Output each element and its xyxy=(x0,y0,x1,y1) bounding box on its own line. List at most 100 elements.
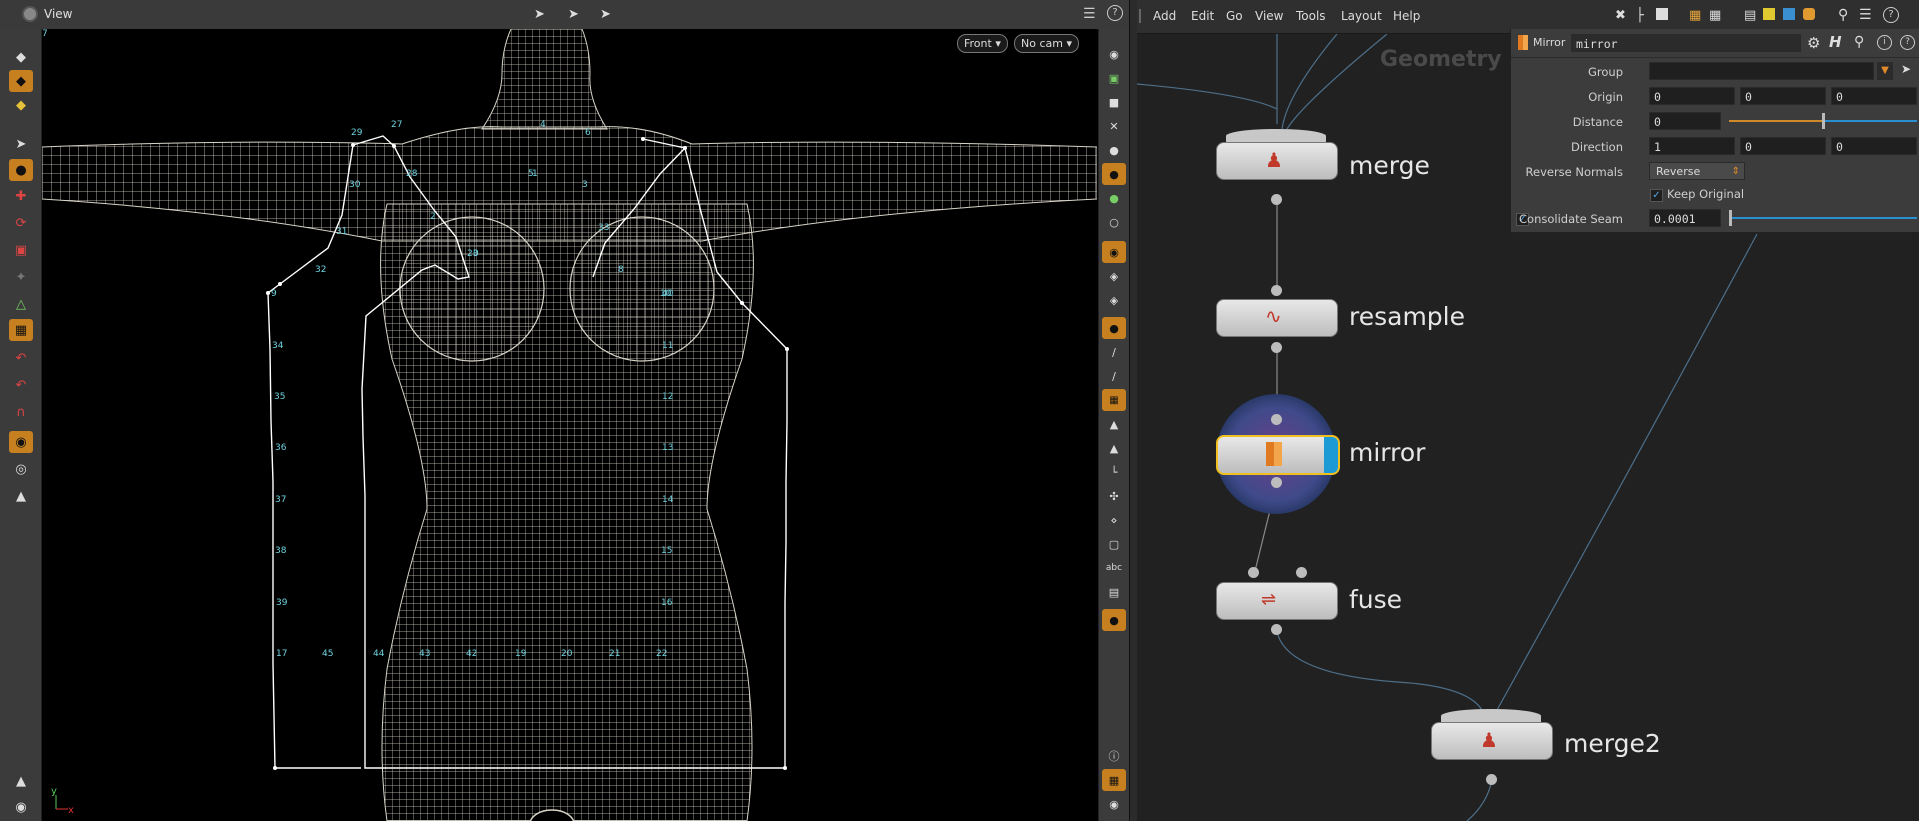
marker-pin-icon[interactable]: ● xyxy=(1102,609,1126,631)
visibility-icon[interactable]: ◉ xyxy=(1102,43,1126,65)
network-help-icon[interactable]: ? xyxy=(1883,7,1899,23)
help-h-icon[interactable]: H xyxy=(1829,33,1842,51)
light-icon[interactable]: ● xyxy=(1102,163,1126,185)
menu-add[interactable]: Add xyxy=(1153,9,1176,23)
group-dropdown-icon[interactable]: ▼ xyxy=(1877,62,1893,80)
rotate-handle-icon[interactable]: ⟳ xyxy=(9,212,33,234)
mirror-node-body[interactable] xyxy=(1216,435,1340,475)
distance-slider[interactable] xyxy=(1729,113,1917,129)
group-field[interactable] xyxy=(1649,62,1874,80)
move-handle-icon[interactable]: ✚ xyxy=(9,185,33,207)
resample-input-port[interactable] xyxy=(1271,285,1282,296)
point-snap-icon[interactable]: ↶ xyxy=(9,374,33,396)
node-resample[interactable]: ∿ resample xyxy=(1216,285,1476,355)
scatter-icon[interactable]: ✣ xyxy=(1102,485,1126,507)
footprint-icon[interactable]: ◈ xyxy=(1102,289,1126,311)
mirror-display-flag[interactable] xyxy=(1324,437,1338,473)
pose-tool-icon[interactable]: ◆ xyxy=(9,94,33,116)
layout-grid-icon[interactable]: ▦ xyxy=(1102,769,1126,791)
transform-icon[interactable]: △ xyxy=(9,293,33,315)
menu-layout[interactable]: Layout xyxy=(1341,9,1382,23)
merge2-node-body[interactable]: ♟ xyxy=(1431,722,1553,760)
menu-help[interactable]: Help xyxy=(1393,9,1420,23)
mirror-input-port[interactable] xyxy=(1271,414,1282,425)
fuse-output-port[interactable] xyxy=(1271,624,1282,635)
origin-x-field[interactable]: 0 xyxy=(1649,87,1735,105)
origin-y-field[interactable]: 0 xyxy=(1740,87,1826,105)
direction-y-field[interactable]: 0 xyxy=(1740,137,1826,155)
node-fuse[interactable]: ⇌ fuse xyxy=(1216,567,1476,639)
select-mode-icon-2[interactable]: ➤ xyxy=(568,7,579,22)
curve-snap-icon[interactable]: ↶ xyxy=(9,347,33,369)
origin-z-field[interactable]: 0 xyxy=(1831,87,1917,105)
image-icon[interactable] xyxy=(1783,8,1795,20)
menu-tools[interactable]: Tools xyxy=(1296,9,1326,23)
point-numbers-icon[interactable]: ▦ xyxy=(1102,389,1126,411)
prim-numbers-icon[interactable]: ▲ xyxy=(1102,413,1126,435)
menu-edit[interactable]: Edit xyxy=(1191,9,1214,23)
view-menu-button[interactable]: Front ▾ xyxy=(957,34,1008,53)
close-view-icon[interactable]: ✕ xyxy=(1102,115,1126,137)
resample-output-port[interactable] xyxy=(1271,342,1282,353)
fuse-input-port-2[interactable] xyxy=(1296,567,1307,578)
point-display-icon[interactable]: ● xyxy=(1102,187,1126,209)
snapshot-icon[interactable]: ◉ xyxy=(9,796,33,818)
search-icon[interactable]: ⚲ xyxy=(1838,7,1848,23)
vertex-icon[interactable]: ∕ xyxy=(1102,341,1126,363)
network-pane-icon[interactable] xyxy=(1139,9,1141,23)
distance-field[interactable]: 0 xyxy=(1649,112,1721,130)
param-help-icon[interactable]: ? xyxy=(1900,35,1915,50)
lock-icon[interactable]: ● xyxy=(9,159,33,181)
display-options-icon[interactable]: ◉ xyxy=(1102,241,1126,263)
menu-view[interactable]: View xyxy=(1255,9,1283,23)
tree-icon[interactable]: ├ xyxy=(1636,8,1644,23)
node-merge2[interactable]: ♟ merge2 xyxy=(1431,707,1691,789)
grid-view-icon[interactable]: ▦ xyxy=(1689,8,1701,23)
handle-tool-icon[interactable]: ◆ xyxy=(9,70,33,92)
reverse-normals-menu[interactable]: Reverse ⇕ xyxy=(1649,162,1745,180)
consolidate-seam-slider[interactable] xyxy=(1729,210,1917,226)
edge-icon[interactable]: ∕ xyxy=(1102,365,1126,387)
note-icon[interactable] xyxy=(1656,8,1668,20)
sticky-note-icon[interactable] xyxy=(1763,8,1775,20)
select-mode-icon[interactable]: ➤ xyxy=(534,7,545,22)
info-icon[interactable]: ⓘ xyxy=(1102,745,1126,767)
group-select-arrow-icon[interactable]: ➤ xyxy=(1901,62,1911,76)
fuse-input-port-1[interactable] xyxy=(1248,567,1259,578)
render-icon[interactable]: ▲ xyxy=(9,485,33,507)
merge2-output-port[interactable] xyxy=(1486,774,1497,785)
menu-go[interactable]: Go xyxy=(1226,9,1243,23)
node-merge[interactable]: ♟ merge xyxy=(1216,127,1456,205)
viewport-options-icon[interactable]: ☰ xyxy=(1083,6,1096,22)
keep-original-checkbox[interactable]: ✓ xyxy=(1650,189,1663,202)
view-tool-icon[interactable]: ◆ xyxy=(9,46,33,68)
fuse-node-body[interactable]: ⇌ xyxy=(1216,582,1338,620)
mirror-output-port[interactable] xyxy=(1271,477,1282,488)
3d-viewport[interactable]: 29 27 4 6 30 28 5 3 31 2 33 32 8 9 34 35 36 37 38 39 40 10 11 1… xyxy=(42,29,1097,821)
direction-z-field[interactable]: 0 xyxy=(1831,137,1917,155)
distance-slider-handle[interactable] xyxy=(1822,113,1825,129)
ghost-icon[interactable]: ▣ xyxy=(1102,67,1126,89)
camera-snapshot-icon[interactable]: ◉ xyxy=(1102,793,1126,815)
normal-display-icon[interactable]: ○ xyxy=(1102,211,1126,233)
point-marker-icon[interactable]: ● xyxy=(1102,317,1126,339)
param-search-icon[interactable]: ⚲ xyxy=(1854,34,1864,50)
wrench-icon[interactable]: ✖ xyxy=(1615,8,1626,23)
camera-tool-icon[interactable]: ◉ xyxy=(9,431,33,453)
resample-node-body[interactable]: ∿ xyxy=(1216,299,1338,337)
pivot-icon[interactable]: ⋄ xyxy=(1102,509,1126,531)
background-icon[interactable]: ▤ xyxy=(1102,581,1126,603)
snap-icon[interactable]: ✦ xyxy=(9,266,33,288)
flipbook-icon[interactable]: ▲ xyxy=(9,770,33,792)
bounding-box-icon[interactable]: └ xyxy=(1102,461,1126,483)
template-icon[interactable]: ◈ xyxy=(1102,265,1126,287)
camera-menu-button[interactable]: No cam ▾ xyxy=(1014,34,1079,53)
network-options-icon[interactable]: ☰ xyxy=(1859,7,1872,23)
direction-x-field[interactable]: 1 xyxy=(1649,137,1735,155)
lock-view-icon[interactable]: ■ xyxy=(1102,91,1126,113)
shading-icon[interactable]: ● xyxy=(1102,139,1126,161)
merge-node-body[interactable]: ♟ xyxy=(1216,142,1338,180)
node-mirror[interactable]: mirror xyxy=(1216,394,1476,514)
node-name-field[interactable]: mirror xyxy=(1571,34,1801,52)
text-label-icon[interactable]: abc xyxy=(1102,557,1126,579)
